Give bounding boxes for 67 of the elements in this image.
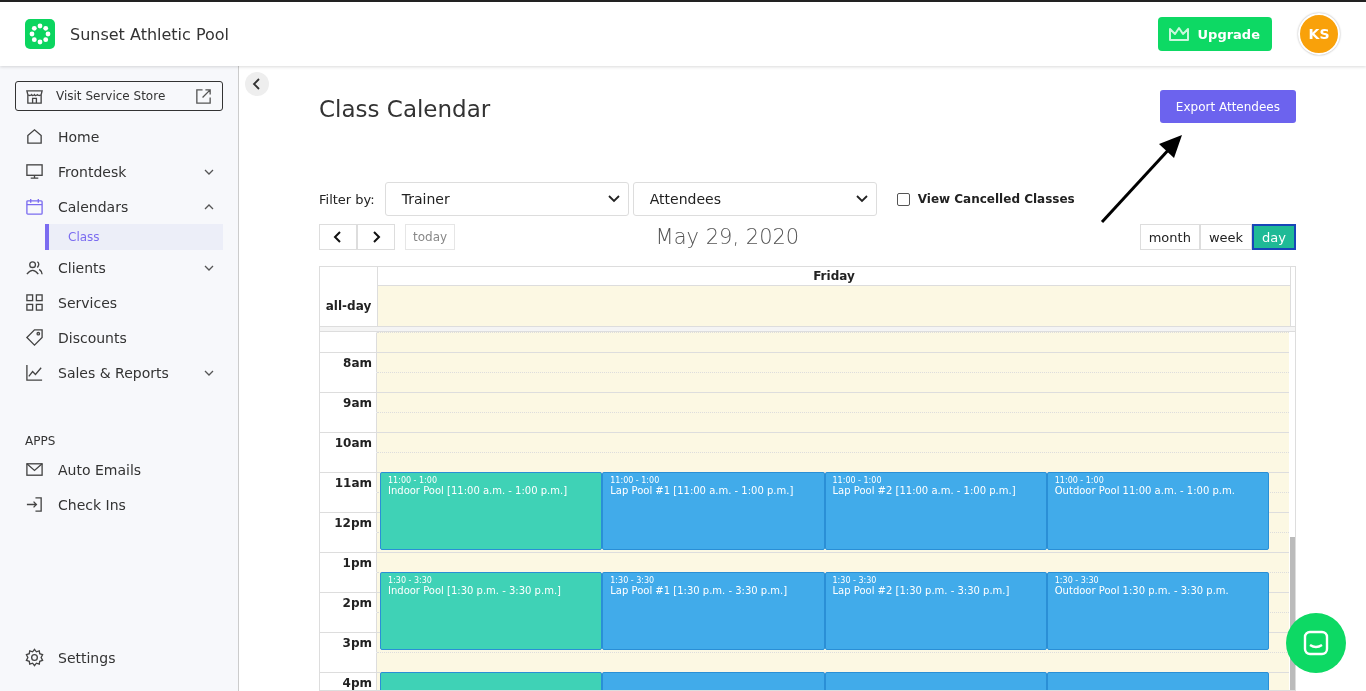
chevron-down-icon	[607, 195, 620, 203]
grid-icon	[25, 293, 44, 312]
nav-item[interactable]: Sales & Reports	[15, 355, 223, 390]
time-label: 8am	[343, 355, 372, 370]
page-title: Class Calendar	[319, 96, 491, 122]
time-label: 1pm	[342, 555, 372, 570]
nav-label: Services	[58, 294, 119, 311]
current-date: May 29, 2020	[654, 225, 801, 249]
nav-item[interactable]: Services	[15, 285, 223, 320]
nav-label: Check Ins	[58, 496, 127, 513]
view-tab[interactable]: month	[1139, 224, 1200, 250]
time-label: 12pm	[334, 515, 372, 530]
time-label: 3pm	[342, 635, 372, 650]
chevron-right-icon	[371, 231, 381, 243]
home-icon	[25, 127, 44, 146]
time-label: 2pm	[342, 595, 372, 610]
envelope-icon	[25, 460, 44, 479]
nav-item[interactable]: Clients	[15, 250, 223, 285]
section-heading: APPS	[25, 434, 57, 448]
time-label: 9am	[343, 395, 372, 410]
export-attendees-button[interactable]: Export Attendees	[1159, 90, 1296, 123]
chevron-down-icon	[855, 195, 868, 203]
sign-in-icon	[25, 495, 44, 514]
settings-icon	[25, 648, 44, 667]
today-button[interactable]: today	[405, 224, 456, 250]
nav-item[interactable]: Settings	[15, 640, 223, 675]
time-label: 10am	[334, 435, 372, 450]
nav-subitem[interactable]: Class	[45, 224, 223, 250]
logo-icon	[25, 19, 55, 49]
view-tab[interactable]: week	[1199, 224, 1253, 250]
chat-icon	[1301, 628, 1331, 658]
nav-item[interactable]: Calendars	[15, 189, 223, 224]
collapse-button[interactable]	[245, 72, 269, 96]
chevron-left-icon	[333, 231, 343, 243]
brand-name: Sunset Athletic Pool	[70, 24, 230, 44]
filter-label: Filter by:	[319, 191, 375, 207]
time-label: 11am	[334, 475, 372, 490]
tag-icon	[25, 328, 44, 347]
filter-dropdown[interactable]: Attendees	[632, 182, 877, 216]
nav-item[interactable]: Discounts	[15, 320, 223, 355]
external-link-icon	[194, 86, 213, 106]
users-icon	[25, 258, 44, 277]
next-button[interactable]	[357, 224, 395, 250]
chat-button[interactable]	[1286, 613, 1346, 673]
nav-label: Frontdesk	[58, 163, 128, 180]
calendar-icon	[25, 197, 44, 216]
chevron-left-icon	[252, 78, 262, 90]
nav-label: Settings	[58, 649, 117, 666]
nav-label: Auto Emails	[58, 461, 143, 478]
nav-item[interactable]: Auto Emails	[15, 452, 223, 487]
time-label: 4pm	[342, 675, 372, 690]
crown-icon	[1167, 26, 1190, 42]
nav-label: Sales & Reports	[58, 364, 170, 381]
nav-item[interactable]: Home	[15, 119, 223, 154]
nav-item[interactable]: Frontdesk	[15, 154, 223, 189]
visit-store-button[interactable]: Visit Service Store	[15, 81, 223, 111]
previous-button[interactable]	[319, 224, 357, 250]
checkbox-label: View Cancelled Classes	[917, 192, 1075, 206]
filter-dropdown[interactable]: Trainer	[384, 182, 629, 216]
chart-icon	[25, 363, 44, 382]
nav-label: Home	[58, 128, 101, 145]
nav-label: Clients	[58, 259, 107, 276]
checkbox[interactable]	[896, 192, 910, 206]
nav-label: Calendars	[58, 198, 130, 215]
nav-label: Discounts	[58, 329, 128, 346]
nav-item[interactable]: Check Ins	[15, 487, 223, 522]
monitor-icon	[25, 162, 44, 181]
